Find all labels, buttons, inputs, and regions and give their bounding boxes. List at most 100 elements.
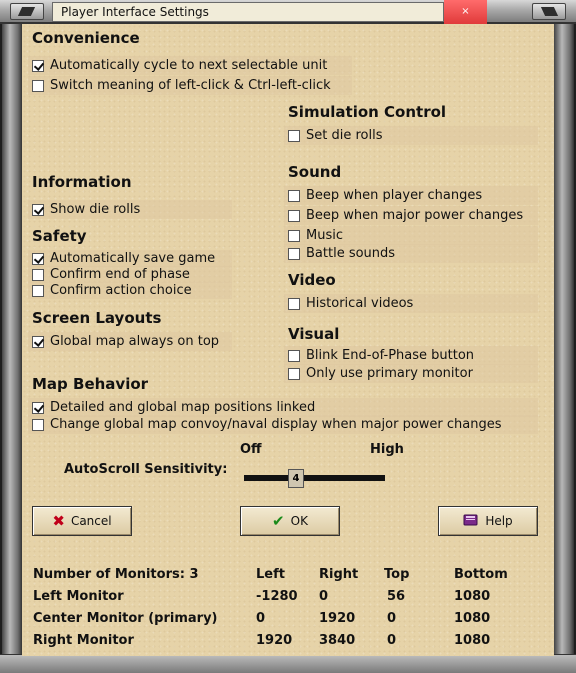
autoscroll-label: AutoScroll Sensitivity:: [64, 462, 228, 477]
column-header-bottom: Bottom: [454, 567, 508, 582]
column-header-top: Top: [384, 567, 410, 582]
column-header-right: Right: [319, 567, 359, 582]
sound-header: Sound: [288, 163, 342, 181]
option-label: Only use primary monitor: [306, 366, 473, 381]
set-die-rolls-checkbox[interactable]: [288, 129, 300, 142]
option-label: Confirm action choice: [50, 283, 192, 298]
global-map-on-top-checkbox[interactable]: [32, 335, 44, 348]
option-label: Beep when player changes: [306, 188, 483, 203]
option-auto-save[interactable]: Automatically save game: [28, 250, 232, 267]
screen-layouts-header: Screen Layouts: [32, 309, 162, 327]
option-auto-cycle[interactable]: Automatically cycle to next selectable u…: [28, 56, 352, 75]
autoscroll-slider-track[interactable]: [244, 475, 385, 481]
monitor-row-top: 0: [387, 633, 397, 648]
option-label: Show die rolls: [50, 202, 141, 217]
monitor-row-name: Left Monitor: [33, 589, 124, 604]
show-die-rolls-checkbox[interactable]: [32, 203, 44, 216]
monitor-row-left: 0: [256, 611, 266, 626]
title-bar[interactable]: Player Interface Settings ×: [0, 0, 576, 24]
option-set-die-rolls[interactable]: Set die rolls: [284, 126, 538, 145]
system-menu-button[interactable]: [10, 3, 44, 20]
option-primary-monitor[interactable]: Only use primary monitor: [284, 364, 538, 383]
auto-cycle-checkbox[interactable]: [32, 59, 44, 72]
safety-header: Safety: [32, 227, 87, 245]
option-beep-major-power[interactable]: Beep when major power changes: [284, 206, 538, 225]
visual-header: Visual: [288, 325, 340, 343]
monitor-row-bottom: 1080: [454, 611, 491, 626]
map-positions-linked-checkbox[interactable]: [32, 401, 44, 414]
x-icon: ✖: [52, 511, 65, 530]
beep-player-checkbox[interactable]: [288, 189, 300, 202]
left-border: [2, 24, 22, 656]
option-confirm-action[interactable]: Confirm action choice: [28, 282, 232, 299]
option-beep-player[interactable]: Beep when player changes: [284, 186, 538, 205]
primary-monitor-checkbox[interactable]: [288, 367, 300, 380]
help-button[interactable]: Help: [438, 506, 538, 536]
option-blink-end-phase[interactable]: Blink End-of-Phase button: [284, 346, 538, 365]
window-title: Player Interface Settings: [52, 2, 444, 22]
check-icon: ✔: [272, 511, 285, 530]
monitor-row-bottom: 1080: [454, 589, 491, 604]
option-label: Automatically cycle to next selectable u…: [50, 58, 328, 73]
column-header-left: Left: [256, 567, 285, 582]
ok-button[interactable]: ✔ OK: [240, 506, 340, 536]
monitor-row-top: 0: [387, 611, 397, 626]
slider-max-label: High: [370, 442, 404, 457]
bottom-border: [0, 654, 576, 673]
right-border: [554, 24, 574, 656]
option-music[interactable]: Music: [284, 226, 538, 245]
option-label: Detailed and global map positions linked: [50, 400, 316, 415]
option-historical-videos[interactable]: Historical videos: [284, 294, 538, 313]
option-confirm-end-phase[interactable]: Confirm end of phase: [28, 266, 232, 283]
cancel-button[interactable]: ✖ Cancel: [32, 506, 132, 536]
option-label: Confirm end of phase: [50, 267, 190, 282]
help-button-label: Help: [485, 514, 513, 528]
autoscroll-slider-thumb[interactable]: 4: [288, 469, 304, 488]
switch-click-checkbox[interactable]: [32, 79, 44, 92]
option-label: Switch meaning of left-click & Ctrl-left…: [50, 78, 331, 93]
option-battle-sounds[interactable]: Battle sounds: [284, 244, 538, 263]
auto-save-checkbox[interactable]: [32, 252, 44, 265]
convenience-header: Convenience: [32, 29, 140, 47]
convoy-naval-display-checkbox[interactable]: [32, 418, 44, 431]
cancel-button-label: Cancel: [70, 514, 112, 528]
monitor-row-right: 0: [319, 589, 329, 604]
music-checkbox[interactable]: [288, 229, 300, 242]
option-label: Historical videos: [306, 296, 414, 311]
map-behavior-header: Map Behavior: [32, 375, 149, 393]
information-header: Information: [32, 173, 132, 191]
monitor-row-top: 56: [387, 589, 406, 604]
monitor-row-left: 1920: [256, 633, 293, 648]
slider-min-label: Off: [240, 442, 262, 457]
option-label: Automatically save game: [50, 251, 216, 266]
option-switch-click[interactable]: Switch meaning of left-click & Ctrl-left…: [28, 76, 352, 95]
beep-major-power-checkbox[interactable]: [288, 209, 300, 222]
blink-end-phase-checkbox[interactable]: [288, 349, 300, 362]
monitor-row-name: Center Monitor (primary): [33, 611, 218, 626]
historical-videos-checkbox[interactable]: [288, 297, 300, 310]
option-label: Global map always on top: [50, 334, 220, 349]
ok-button-label: OK: [290, 514, 308, 528]
monitor-row-bottom: 1080: [454, 633, 491, 648]
option-label: Change global map convoy/naval display w…: [50, 417, 502, 432]
monitor-row-right: 3840: [319, 633, 356, 648]
monitor-row-right: 1920: [319, 611, 356, 626]
battle-sounds-checkbox[interactable]: [288, 247, 300, 260]
monitor-count: Number of Monitors: 3: [33, 567, 199, 582]
book-icon: [463, 513, 479, 530]
confirm-action-checkbox[interactable]: [32, 284, 44, 297]
option-label: Music: [306, 228, 343, 243]
option-global-map-on-top[interactable]: Global map always on top: [28, 332, 232, 351]
video-header: Video: [288, 271, 336, 289]
close-button[interactable]: ×: [444, 0, 487, 24]
option-show-die-rolls[interactable]: Show die rolls: [28, 200, 232, 219]
monitor-row-name: Right Monitor: [33, 633, 134, 648]
option-convoy-naval-display[interactable]: Change global map convoy/naval display w…: [28, 415, 538, 434]
monitor-row-left: -1280: [256, 589, 298, 604]
confirm-end-phase-checkbox[interactable]: [32, 268, 44, 281]
option-label: Set die rolls: [306, 128, 383, 143]
window-menu-button[interactable]: [532, 3, 566, 20]
option-label: Battle sounds: [306, 246, 396, 261]
option-label: Blink End-of-Phase button: [306, 348, 475, 363]
simulation-control-header: Simulation Control: [288, 103, 447, 121]
